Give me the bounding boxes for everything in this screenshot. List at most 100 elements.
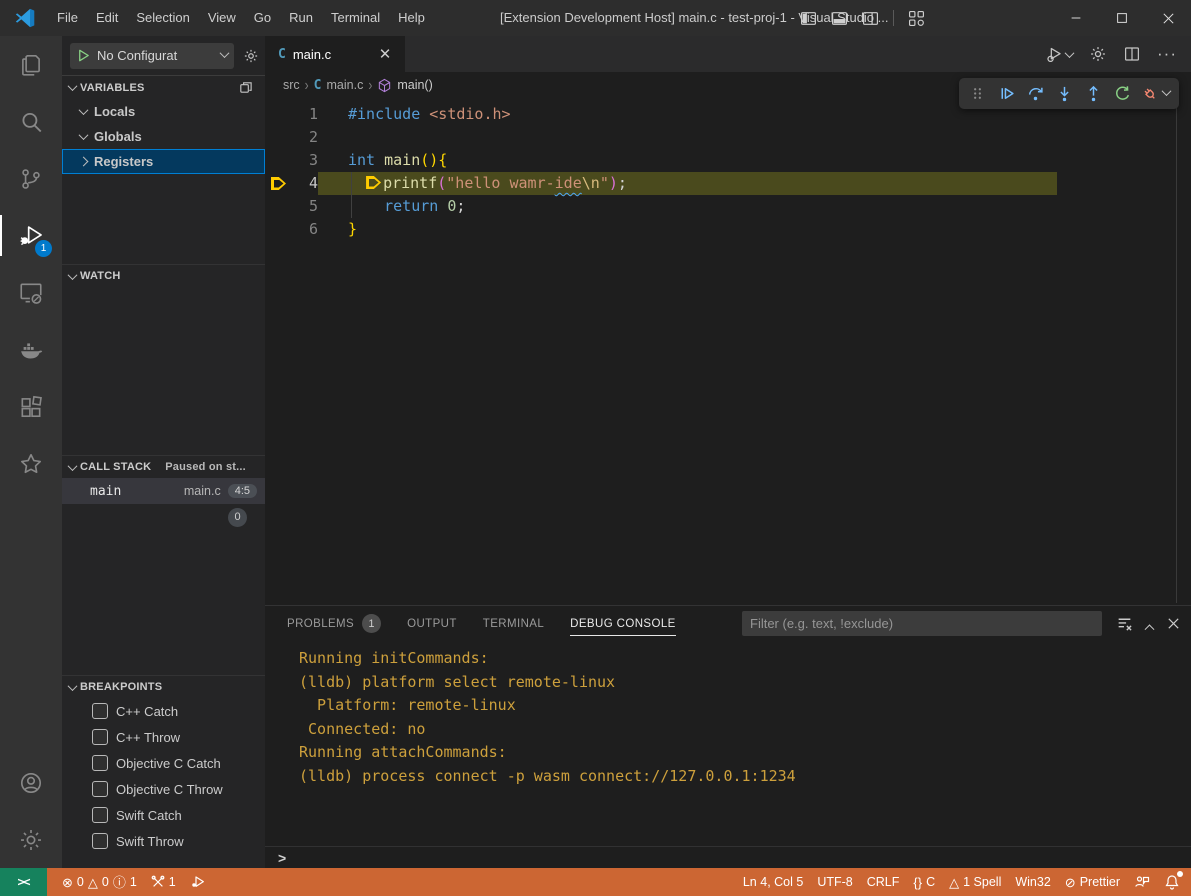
start-debugging-icon[interactable] bbox=[76, 48, 91, 63]
panel-tab-problems[interactable]: PROBLEMS1 bbox=[287, 606, 381, 641]
breadcrumb-src[interactable]: src bbox=[283, 78, 300, 92]
breakpoint-row[interactable]: C++ Catch bbox=[62, 698, 265, 724]
eol-select[interactable]: CRLF bbox=[860, 868, 907, 896]
close-panel-icon[interactable] bbox=[1166, 616, 1181, 631]
breakpoint-row[interactable]: Swift Throw bbox=[62, 828, 265, 854]
breakpoint-row[interactable]: Swift Catch bbox=[62, 802, 265, 828]
copy-value-icon[interactable] bbox=[238, 80, 253, 95]
breakpoint-row[interactable]: C++ Throw bbox=[62, 724, 265, 750]
code-line[interactable]: 4 printf("hello wamr-ide\n"); bbox=[265, 172, 1191, 195]
toolbar-drag-grip[interactable] bbox=[963, 80, 992, 107]
run-and-debug-icon[interactable]: 1 bbox=[0, 207, 62, 264]
variables-item-locals[interactable]: Locals bbox=[62, 99, 265, 124]
star-icon[interactable] bbox=[0, 435, 62, 492]
panel-tab-debug-console[interactable]: DEBUG CONSOLE bbox=[570, 606, 676, 641]
breakpoint-row[interactable]: Objective C Catch bbox=[62, 750, 265, 776]
breadcrumb-symbol[interactable]: main() bbox=[397, 78, 432, 92]
breakpoint-checkbox[interactable] bbox=[92, 755, 108, 771]
settings-gear-icon[interactable] bbox=[0, 811, 62, 868]
maximize-panel-icon[interactable] bbox=[1145, 624, 1155, 634]
platform-status[interactable]: Win32 bbox=[1008, 868, 1057, 896]
notifications-button[interactable] bbox=[1157, 868, 1187, 896]
formatter-status[interactable]: ⊘ Prettier bbox=[1058, 868, 1127, 896]
menu-go[interactable]: Go bbox=[245, 10, 280, 25]
restart-button[interactable] bbox=[1108, 80, 1137, 107]
variables-item-globals[interactable]: Globals bbox=[62, 124, 265, 149]
run-or-debug-button[interactable] bbox=[1045, 45, 1073, 64]
panel-tab-terminal[interactable]: TERMINAL bbox=[483, 606, 544, 641]
disconnect-button[interactable] bbox=[1137, 80, 1161, 107]
breakpoint-checkbox[interactable] bbox=[92, 703, 108, 719]
continue-button[interactable] bbox=[992, 80, 1021, 107]
c-language-icon: C bbox=[278, 47, 286, 62]
info-count: 1 bbox=[130, 875, 137, 889]
explorer-icon[interactable] bbox=[0, 36, 62, 93]
step-into-button[interactable] bbox=[1050, 80, 1079, 107]
maximize-button[interactable] bbox=[1099, 0, 1145, 36]
call-stack-section-header[interactable]: CALL STACK Paused on st... bbox=[62, 455, 265, 478]
step-over-button[interactable] bbox=[1021, 80, 1050, 107]
code-line[interactable]: 5 return 0; bbox=[265, 195, 1191, 218]
menu-edit[interactable]: Edit bbox=[87, 10, 127, 25]
code-editor[interactable]: 1#include <stdio.h>23int main(){4 printf… bbox=[265, 98, 1191, 241]
source-control-icon[interactable] bbox=[0, 150, 62, 207]
variables-item-registers[interactable]: Registers bbox=[62, 149, 265, 174]
problems-status[interactable]: ⊗ 0 △ 0 ⓘ 1 bbox=[55, 868, 144, 896]
breakpoint-checkbox[interactable] bbox=[92, 729, 108, 745]
customize-layout-icon[interactable] bbox=[908, 10, 925, 27]
toggle-panel-icon[interactable] bbox=[831, 10, 848, 27]
menu-help[interactable]: Help bbox=[389, 10, 434, 25]
menu-selection[interactable]: Selection bbox=[127, 10, 198, 25]
menu-view[interactable]: View bbox=[199, 10, 245, 25]
docker-icon[interactable] bbox=[0, 321, 62, 378]
clear-console-icon[interactable] bbox=[1116, 615, 1133, 632]
code-line[interactable]: 2 bbox=[265, 126, 1191, 149]
spell-checker-status[interactable]: △ 1 Spell bbox=[942, 868, 1008, 896]
remote-explorer-icon[interactable] bbox=[0, 264, 62, 321]
editor-scrollbar[interactable] bbox=[1176, 100, 1177, 603]
watch-section-header[interactable]: WATCH bbox=[62, 264, 265, 287]
encoding-select[interactable]: UTF-8 bbox=[810, 868, 859, 896]
tab-main-c[interactable]: C main.c ✕ bbox=[265, 36, 405, 72]
panel-tab-output[interactable]: OUTPUT bbox=[407, 606, 457, 641]
menu-terminal[interactable]: Terminal bbox=[322, 10, 389, 25]
ports-status[interactable]: 1 bbox=[144, 868, 183, 896]
breakpoint-checkbox[interactable] bbox=[92, 807, 108, 823]
code-line[interactable]: 3int main(){ bbox=[265, 149, 1191, 172]
code-line[interactable]: 6} bbox=[265, 218, 1191, 241]
search-icon[interactable] bbox=[0, 93, 62, 150]
variables-section-header[interactable]: VARIABLES bbox=[62, 76, 265, 99]
extensions-icon[interactable] bbox=[0, 378, 62, 435]
launch-config-dropdown[interactable]: No Configurat bbox=[70, 43, 234, 69]
toggle-secondary-sidebar-icon[interactable] bbox=[862, 10, 879, 27]
menu-file[interactable]: File bbox=[48, 10, 87, 25]
feedback-button[interactable] bbox=[1127, 868, 1157, 896]
gear-icon[interactable] bbox=[1089, 45, 1107, 63]
debug-console-input[interactable]: > bbox=[265, 846, 1191, 868]
step-out-button[interactable] bbox=[1079, 80, 1108, 107]
debug-settings-gear-icon[interactable] bbox=[243, 48, 259, 64]
account-icon[interactable] bbox=[0, 754, 62, 811]
more-actions-icon[interactable]: ··· bbox=[1157, 49, 1177, 59]
minimize-button[interactable] bbox=[1053, 0, 1099, 36]
split-editor-icon[interactable] bbox=[1123, 45, 1141, 63]
console-filter-input[interactable] bbox=[742, 611, 1102, 636]
language-mode[interactable]: {} C bbox=[906, 868, 942, 896]
breakpoint-checkbox[interactable] bbox=[92, 781, 108, 797]
debug-status[interactable] bbox=[183, 868, 213, 896]
breakpoint-row[interactable]: Objective C Throw bbox=[62, 776, 265, 802]
chevron-down-icon[interactable] bbox=[1162, 86, 1172, 96]
feedback-icon bbox=[1134, 874, 1150, 890]
cursor-position[interactable]: Ln 4, Col 5 bbox=[736, 868, 810, 896]
remote-indicator[interactable]: >< bbox=[0, 868, 47, 896]
breakpoints-section-header[interactable]: BREAKPOINTS bbox=[62, 675, 265, 698]
breakpoint-checkbox[interactable] bbox=[92, 833, 108, 849]
stack-frame-row[interactable]: main main.c 4:5 bbox=[62, 478, 265, 504]
close-button[interactable] bbox=[1145, 0, 1191, 36]
debug-console-output[interactable]: Running initCommands:(lldb) platform sel… bbox=[265, 641, 1191, 846]
breadcrumb-file[interactable]: main.c bbox=[327, 78, 364, 92]
debug-toolbar bbox=[959, 78, 1179, 109]
tab-close-icon[interactable]: ✕ bbox=[375, 44, 395, 64]
toggle-sidebar-icon[interactable] bbox=[800, 10, 817, 27]
menu-run[interactable]: Run bbox=[280, 10, 322, 25]
